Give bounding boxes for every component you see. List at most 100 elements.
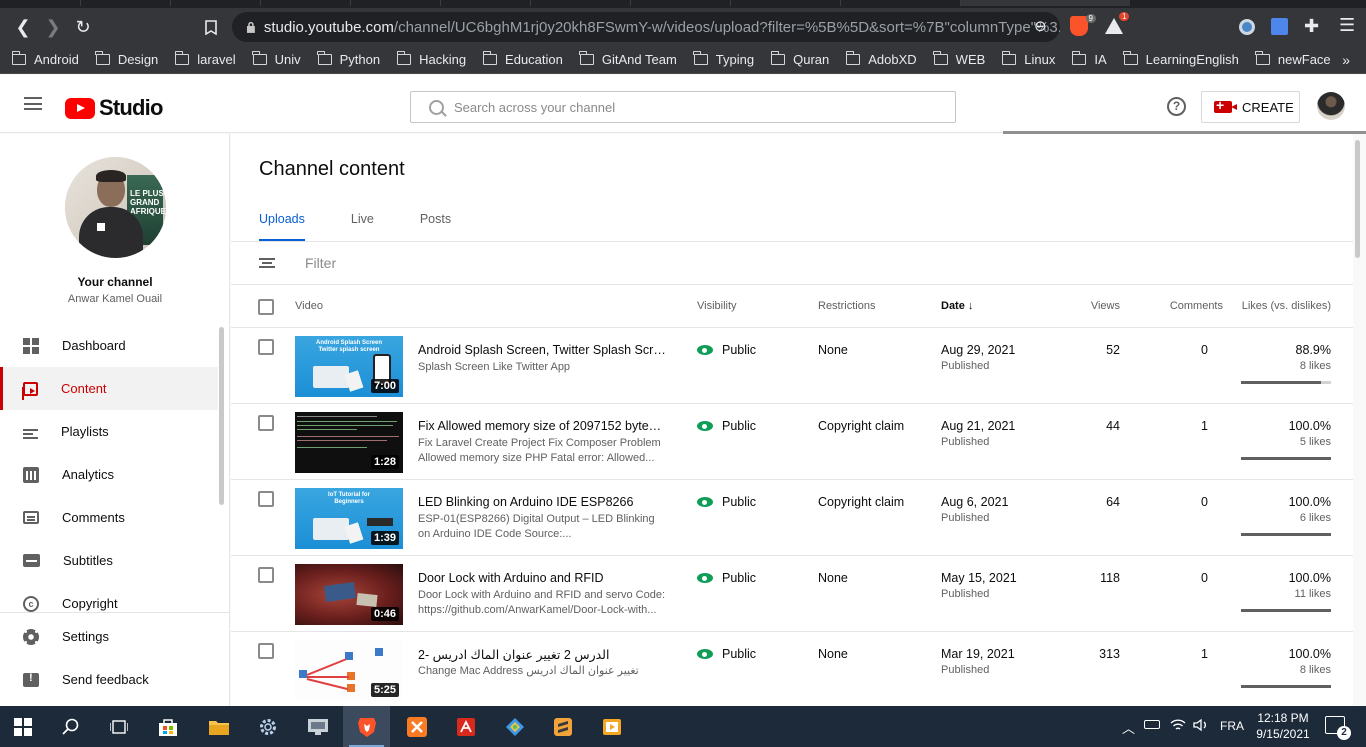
table-row[interactable]: 5:25 الدرس 2 تغيير عنوان الماك ادريس -2 … bbox=[231, 632, 1353, 706]
bookmark-folder[interactable]: Hacking bbox=[396, 51, 466, 67]
wifi-icon[interactable] bbox=[1170, 718, 1186, 735]
row-checkbox[interactable] bbox=[258, 339, 274, 355]
battery-icon[interactable] bbox=[1144, 720, 1160, 729]
video-thumbnail[interactable]: Android Splash Screen Twitter splash scr… bbox=[295, 336, 403, 397]
help-icon[interactable]: ? bbox=[1167, 97, 1186, 116]
browser-tab[interactable] bbox=[170, 0, 260, 6]
brave-browser-icon[interactable] bbox=[354, 714, 380, 740]
sublime-text-icon[interactable] bbox=[550, 714, 576, 740]
sidebar-scrollbar[interactable] bbox=[219, 327, 224, 505]
row-checkbox[interactable] bbox=[258, 643, 274, 659]
video-thumbnail[interactable]: 0:46 bbox=[295, 564, 403, 625]
sidebar-item-feedback[interactable]: Send feedback bbox=[0, 658, 229, 701]
bookmark-folder[interactable]: IA bbox=[1071, 51, 1107, 67]
bookmark-folder[interactable]: WEB bbox=[933, 51, 985, 67]
main-scrollbar[interactable] bbox=[1355, 140, 1360, 258]
video-title[interactable]: الدرس 2 تغيير عنوان الماك ادريس -2 bbox=[418, 647, 666, 662]
browser-menu-icon[interactable]: ☰ bbox=[1339, 15, 1355, 36]
address-bar[interactable]: studio.youtube.com /channel/UC6bghM1rj0y… bbox=[232, 12, 1060, 42]
col-restrictions[interactable]: Restrictions bbox=[818, 300, 875, 312]
bookmark-folder[interactable]: Python bbox=[317, 51, 380, 67]
xampp-icon[interactable] bbox=[404, 714, 430, 740]
filter-input[interactable] bbox=[305, 255, 705, 271]
video-title[interactable]: LED Blinking on Arduino IDE ESP8266 bbox=[418, 495, 666, 509]
sidebar-item-content[interactable]: Content bbox=[0, 367, 218, 410]
visibility-dropdown[interactable]: Public bbox=[697, 571, 756, 585]
sidebar-item-settings[interactable]: Settings bbox=[0, 615, 229, 658]
row-checkbox[interactable] bbox=[258, 491, 274, 507]
search-input[interactable] bbox=[454, 99, 934, 115]
browser-tab-active[interactable] bbox=[960, 0, 1130, 6]
file-explorer-icon[interactable] bbox=[206, 714, 232, 740]
browser-tab[interactable] bbox=[440, 0, 530, 6]
bookmark-folder[interactable]: Design bbox=[95, 51, 158, 67]
extension-icon[interactable] bbox=[1239, 19, 1255, 35]
gitkraken-icon[interactable] bbox=[502, 714, 528, 740]
rewards-icon[interactable]: 1 bbox=[1105, 12, 1130, 34]
bookmark-folder[interactable]: Quran bbox=[770, 51, 829, 67]
browser-tab[interactable] bbox=[630, 0, 730, 6]
settings-gear-icon[interactable] bbox=[255, 714, 281, 740]
table-row[interactable]: Android Splash Screen Twitter splash scr… bbox=[231, 328, 1353, 404]
browser-tab[interactable] bbox=[260, 0, 350, 6]
col-views[interactable]: Views bbox=[1043, 300, 1120, 312]
bookmarks-overflow-icon[interactable]: » bbox=[1342, 52, 1350, 68]
bookmark-folder[interactable]: GitAnd Team bbox=[579, 51, 677, 67]
sidebar-item-subtitles[interactable]: Subtitles bbox=[0, 539, 218, 582]
col-comments[interactable]: Comments bbox=[1131, 300, 1223, 312]
bookmark-folder[interactable]: AdobXD bbox=[845, 51, 917, 67]
visibility-dropdown[interactable]: Public bbox=[697, 495, 756, 509]
browser-tab[interactable] bbox=[350, 0, 440, 6]
filter-icon[interactable] bbox=[259, 258, 275, 268]
restrictions-value[interactable]: Copyright claim bbox=[818, 419, 904, 433]
bookmark-folder[interactable]: Typing bbox=[693, 51, 754, 67]
studio-logo[interactable]: Studio bbox=[65, 95, 163, 121]
windows-start-icon[interactable] bbox=[10, 714, 36, 740]
back-button[interactable]: ❮ bbox=[8, 12, 38, 42]
extensions-puzzle-icon[interactable]: ✚ bbox=[1304, 16, 1319, 37]
tab-live[interactable]: Live bbox=[351, 212, 374, 241]
video-title[interactable]: Fix Allowed memory size of 2097152 bytes… bbox=[418, 419, 666, 433]
tab-uploads[interactable]: Uploads bbox=[259, 212, 305, 241]
sidebar-item-comments[interactable]: Comments bbox=[0, 496, 218, 539]
video-title[interactable]: Door Lock with Arduino and RFID bbox=[418, 571, 666, 585]
volume-icon[interactable] bbox=[1193, 718, 1209, 735]
channel-search[interactable] bbox=[410, 91, 956, 123]
restrictions-value[interactable]: Copyright claim bbox=[818, 495, 904, 509]
tray-expand-icon[interactable]: ︿ bbox=[1122, 718, 1135, 737]
clock[interactable]: 12:18 PM 9/15/2021 bbox=[1251, 710, 1315, 742]
channel-avatar[interactable]: LE PLUS GRAND AFRIQUE bbox=[65, 157, 166, 258]
video-thumbnail[interactable]: IoT Tutorial for Beginners 1:39 bbox=[295, 488, 403, 549]
input-language[interactable]: FRA bbox=[1220, 719, 1244, 733]
video-title[interactable]: Android Splash Screen, Twitter Splash Sc… bbox=[418, 343, 666, 357]
search-icon[interactable] bbox=[58, 714, 84, 740]
bookmark-icon[interactable] bbox=[196, 12, 226, 42]
col-date[interactable]: Date ↓ bbox=[941, 300, 973, 312]
sidebar-item-dashboard[interactable]: Dashboard bbox=[0, 324, 218, 367]
account-avatar[interactable] bbox=[1317, 92, 1345, 120]
bookmark-folder[interactable]: Education bbox=[482, 51, 563, 67]
reload-button[interactable]: ↻ bbox=[68, 12, 98, 42]
table-row[interactable]: 0:46 Door Lock with Arduino and RFID Doo… bbox=[231, 556, 1353, 632]
create-button[interactable]: CREATE bbox=[1201, 91, 1300, 123]
sidebar-item-analytics[interactable]: Analytics bbox=[0, 453, 218, 496]
sidebar-item-playlists[interactable]: Playlists bbox=[0, 410, 218, 453]
translate-icon[interactable] bbox=[1271, 18, 1288, 35]
bookmark-folder[interactable]: newFace bbox=[1255, 51, 1331, 67]
visibility-dropdown[interactable]: Public bbox=[697, 419, 756, 433]
visibility-dropdown[interactable]: Public bbox=[697, 647, 756, 661]
tab-posts[interactable]: Posts bbox=[420, 212, 451, 241]
col-likes[interactable]: Likes (vs. dislikes) bbox=[1231, 300, 1331, 312]
video-thumbnail[interactable]: 1:28 bbox=[295, 412, 403, 473]
col-visibility[interactable]: Visibility bbox=[697, 300, 737, 312]
store-icon[interactable] bbox=[155, 714, 181, 740]
video-thumbnail[interactable]: 5:25 bbox=[295, 640, 403, 701]
zoom-icon[interactable]: ⊖ bbox=[1034, 17, 1047, 35]
browser-tab[interactable] bbox=[530, 0, 630, 6]
bookmark-folder[interactable]: LearningEnglish bbox=[1123, 51, 1239, 67]
forward-button[interactable]: ❯ bbox=[38, 12, 68, 42]
bookmark-folder[interactable]: Android bbox=[11, 51, 79, 67]
visibility-dropdown[interactable]: Public bbox=[697, 343, 756, 357]
row-checkbox[interactable] bbox=[258, 567, 274, 583]
acrobat-icon[interactable] bbox=[453, 714, 479, 740]
